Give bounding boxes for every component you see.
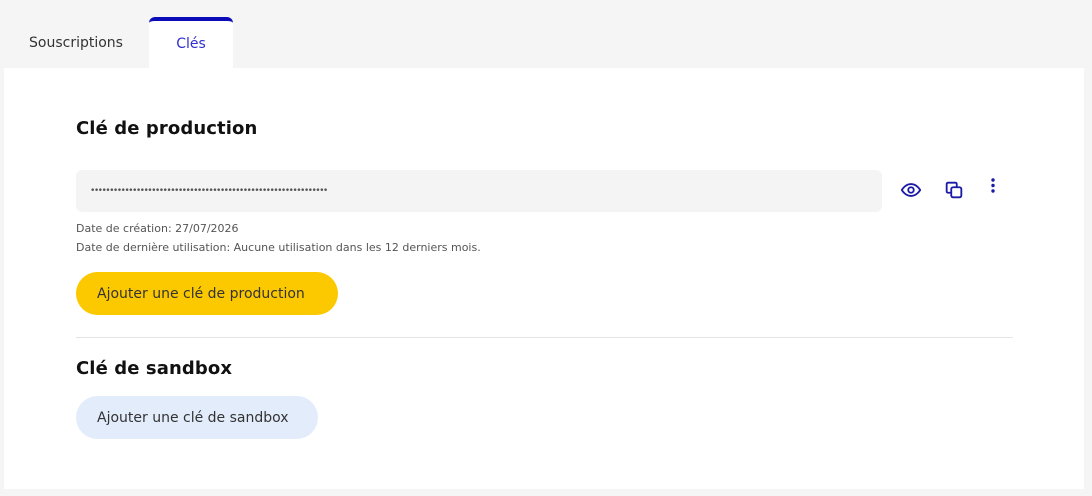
add-production-key-button[interactable]: Ajouter une clé de production xyxy=(76,272,338,315)
show-key-button[interactable] xyxy=(897,176,925,204)
tab-souscriptions[interactable]: Souscriptions xyxy=(8,17,144,68)
eye-icon xyxy=(900,183,922,197)
add-sandbox-key-button[interactable]: Ajouter une clé de sandbox xyxy=(76,396,318,439)
more-vertical-icon xyxy=(991,178,995,193)
production-key-value: ••••••••••••••••••••••••••••••••••••••••… xyxy=(90,186,328,196)
tab-souscriptions-label: Souscriptions xyxy=(29,34,123,51)
tab-cles[interactable]: Clés xyxy=(149,17,233,68)
production-key-field[interactable]: ••••••••••••••••••••••••••••••••••••••••… xyxy=(76,170,882,212)
key-creation-date: Date de création: 27/07/2026 xyxy=(76,222,239,235)
tab-bar: Souscriptions Clés xyxy=(0,0,1092,68)
key-last-used: Date de dernière utilisation: Aucune uti… xyxy=(76,241,481,254)
tab-cles-label: Clés xyxy=(176,35,206,52)
sandbox-key-title: Clé de sandbox xyxy=(76,358,233,379)
keys-panel: Clé de production ••••••••••••••••••••••… xyxy=(4,68,1084,489)
more-options-button[interactable] xyxy=(979,173,1007,201)
copy-key-button[interactable] xyxy=(940,176,968,204)
production-key-title: Clé de production xyxy=(76,118,258,139)
copy-icon xyxy=(945,181,963,199)
section-divider xyxy=(76,337,1013,338)
